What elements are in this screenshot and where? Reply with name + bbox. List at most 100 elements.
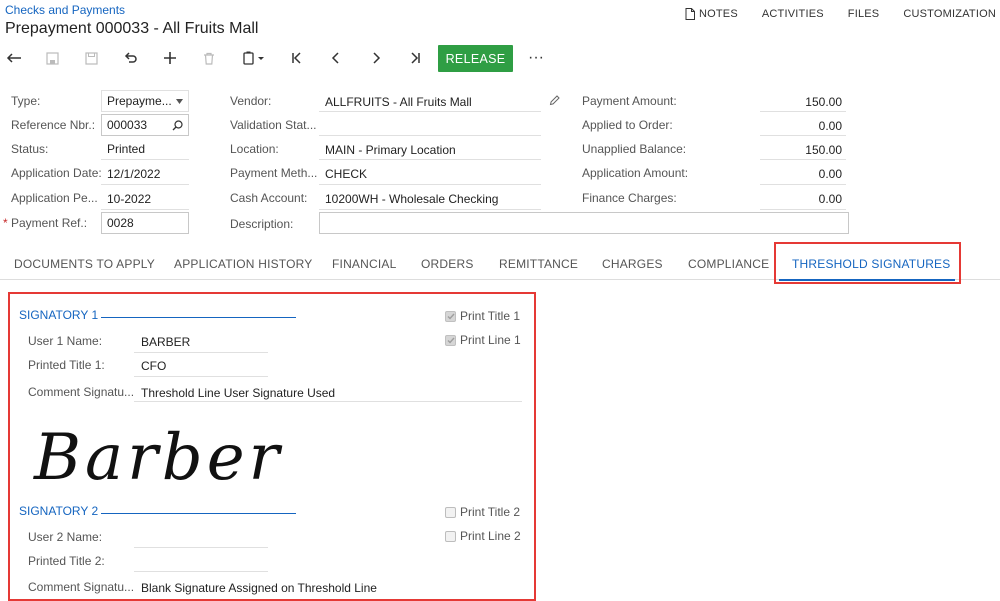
signatory-1-title: SIGNATORY 1 [19,308,99,322]
payment-ref-value: 0028 [107,216,134,230]
payment-method-value[interactable]: CHECK [325,167,367,181]
vendor-value[interactable]: ALLFRUITS - All Fruits Mall [325,95,472,109]
activities-link[interactable]: ACTIVITIES [762,8,824,20]
validation-status-underline [319,135,541,136]
printed-title-1-value[interactable]: CFO [141,359,166,373]
checkbox-box [445,310,456,322]
tab-compliance[interactable]: COMPLIANCE [688,257,769,271]
customization-link[interactable]: CUSTOMIZATION [903,8,996,20]
application-date-value[interactable]: 12/1/2022 [107,167,160,181]
payment-ref-field[interactable]: 0028 [101,212,189,234]
user-2-name-underline [134,547,268,548]
applied-to-order-label: Applied to Order: [582,118,673,132]
print-line-2-label: Print Line 2 [460,529,521,543]
search-icon[interactable] [172,120,183,131]
required-marker: * [3,216,8,230]
print-line-2-checkbox[interactable]: Print Line 2 [445,529,521,543]
copy-paste-button[interactable] [236,44,272,72]
type-select[interactable]: Prepayme... [101,90,189,112]
application-period-value[interactable]: 10-2022 [107,192,151,206]
undo-icon [124,52,137,63]
vendor-label: Vendor: [230,94,272,108]
payment-amount-value[interactable]: 150.00 [762,95,842,109]
vendor-underline [319,111,541,112]
breadcrumb[interactable]: Checks and Payments [5,3,125,17]
tab-documents-to-apply[interactable]: DOCUMENTS TO APPLY [14,257,155,271]
application-amount-label: Application Amount: [582,166,689,180]
payment-method-underline [319,184,541,185]
first-icon [292,52,301,64]
status-value: Printed [107,142,146,156]
application-date-label: Application Date: [11,166,102,180]
back-arrow-icon [6,53,21,63]
release-button[interactable]: RELEASE [438,45,513,72]
note-icon [685,8,695,20]
finance-charges-label: Finance Charges: [582,191,677,205]
first-record-button[interactable] [283,44,311,72]
tab-application-history[interactable]: APPLICATION HISTORY [174,257,313,271]
delete-button[interactable] [195,44,223,72]
add-button[interactable] [156,44,184,72]
save-button[interactable] [77,44,105,72]
finance-charges-value: 0.00 [818,192,842,206]
chevron-left-icon [331,52,339,64]
cash-account-underline [319,209,541,210]
files-link[interactable]: FILES [848,8,880,20]
tab-remittance[interactable]: REMITTANCE [499,257,578,271]
type-label: Type: [11,94,41,108]
location-value[interactable]: MAIN - Primary Location [325,143,456,157]
checkbox-box [445,506,456,518]
payment-method-label: Payment Meth... [230,166,318,180]
previous-record-button[interactable] [322,44,350,72]
tab-orders[interactable]: ORDERS [421,257,474,271]
application-date-underline [101,184,189,185]
status-underline [101,159,189,160]
checkbox-box [445,530,456,542]
comment-signature-1-value[interactable]: Threshold Line User Signature Used [141,386,335,400]
printed-title-2-label: Printed Title 2: [28,554,105,568]
edit-pencil-icon[interactable] [549,95,560,106]
checkmark-icon [447,337,455,344]
cash-account-value[interactable]: 10200WH - Wholesale Checking [325,192,498,206]
finance-charges-underline [760,209,846,210]
print-title-1-checkbox[interactable]: Print Title 1 [445,309,520,323]
description-label: Description: [230,217,294,231]
last-icon [411,52,420,64]
signature-text: Barber [33,421,283,493]
files-label: FILES [847,8,880,20]
signatory-2-title: SIGNATORY 2 [19,504,99,518]
save-close-button[interactable] [38,44,66,72]
status-label: Status: [11,142,49,156]
application-period-label: Application Pe... [11,191,98,205]
description-field[interactable] [319,212,849,234]
tab-charges[interactable]: CHARGES [602,257,663,271]
comment-signature-2-value[interactable]: Blank Signature Assigned on Threshold Li… [141,581,377,595]
print-line-1-checkbox[interactable]: Print Line 1 [445,333,521,347]
unapplied-balance-underline [760,159,846,160]
reference-nbr-label: Reference Nbr.: [11,118,96,132]
cash-account-label: Cash Account: [230,191,308,205]
next-record-button[interactable] [362,44,390,72]
print-title-2-checkbox[interactable]: Print Title 2 [445,505,520,519]
reference-nbr-value: 000033 [107,118,148,132]
back-button[interactable] [0,44,28,72]
last-record-button[interactable] [401,44,429,72]
comment-signature-1-label: Comment Signatu... [28,385,135,399]
print-title-2-label: Print Title 2 [460,505,521,519]
chevron-right-icon [373,52,381,64]
handwritten-signature: Barber [33,421,283,495]
printed-title-2-underline [134,571,268,572]
validation-status-label: Validation Stat... [230,118,317,132]
user-2-name-label: User 2 Name: [28,530,103,544]
undo-button[interactable] [116,44,144,72]
print-line-1-label: Print Line 1 [460,333,521,347]
activities-label: ACTIVITIES [761,8,824,20]
tab-financial[interactable]: FINANCIAL [332,257,396,271]
reference-nbr-field[interactable]: 000033 [101,114,189,136]
notes-link[interactable]: NOTES [685,8,738,20]
unapplied-balance-value: 150.00 [805,143,842,157]
application-amount-value: 0.00 [818,167,842,181]
more-actions-button[interactable]: ··· [524,44,548,72]
applied-to-order-underline [760,135,846,136]
user-1-name-value[interactable]: BARBER [141,335,190,349]
